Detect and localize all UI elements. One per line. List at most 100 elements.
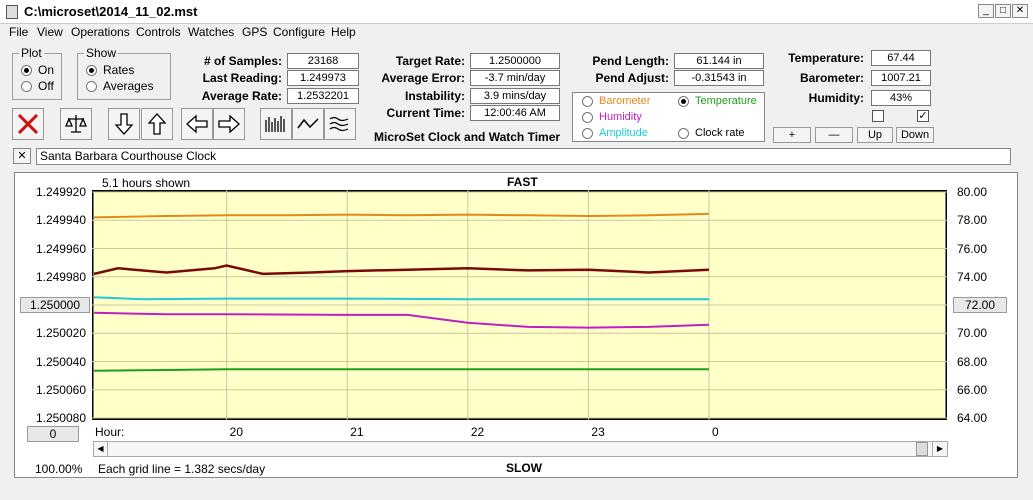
minimize-icon[interactable]: _ — [978, 4, 994, 18]
right-center-button[interactable]: 72.00 — [953, 297, 1007, 313]
line-graph-icon — [297, 118, 319, 129]
multi-line-icon — [329, 116, 349, 132]
average-error-value: -3.7 min/day — [470, 70, 560, 86]
plot-off-radio[interactable] — [21, 81, 32, 92]
checkbox-left[interactable] — [872, 110, 884, 122]
pend-length-value: 61.144 in — [674, 53, 764, 69]
multi-line-view-button[interactable] — [324, 108, 356, 140]
maximize-icon[interactable]: □ — [995, 4, 1011, 18]
clock-name-input[interactable]: Santa Barbara Courthouse Clock — [36, 148, 1011, 165]
down-button[interactable]: Down — [896, 127, 934, 143]
plus-button[interactable]: + — [773, 127, 811, 143]
x-tick-label: 23 — [591, 425, 605, 439]
temperature-env-label: Temperature: — [788, 51, 864, 65]
show-averages-label: Averages — [103, 79, 154, 93]
right-tick-label: 68.00 — [957, 354, 988, 369]
bars-view-button[interactable] — [260, 108, 292, 140]
left-tick-label: 1.249960 — [35, 241, 86, 256]
arrow-down-icon — [114, 113, 134, 135]
left-arrow-button[interactable] — [181, 108, 213, 140]
chart-plot — [92, 190, 947, 420]
samples-label: # of Samples: — [203, 54, 282, 68]
grid-note: Each grid line = 1.382 secs/day — [98, 462, 266, 476]
app-icon — [6, 5, 18, 19]
close-icon[interactable]: ✕ — [1012, 4, 1028, 18]
instability-label: Instability: — [404, 89, 465, 103]
hours-shown: 5.1 hours shown — [102, 176, 191, 190]
right-tick-label: 70.00 — [957, 326, 988, 341]
average-rate-label: Average Rate: — [201, 89, 282, 103]
app-name: MicroSet Clock and Watch Timer — [374, 130, 561, 144]
stop-button[interactable] — [12, 108, 44, 140]
right-tick-label: 74.00 — [957, 269, 988, 284]
red-x-icon — [17, 113, 39, 135]
bottom-left-button[interactable]: 0 — [27, 426, 79, 442]
zoom-level: 100.00% — [35, 462, 83, 476]
chart-top-label: FAST — [507, 175, 538, 189]
menu-controls[interactable]: Controls — [136, 25, 181, 39]
right-arrow-button[interactable] — [213, 108, 245, 140]
barometer-label: Barometer — [599, 95, 651, 107]
arrow-up-icon — [147, 113, 167, 135]
menu-help[interactable]: Help — [331, 25, 356, 39]
amplitude-label: Amplitude — [599, 127, 648, 139]
clear-name-button[interactable]: ✕ — [13, 148, 31, 164]
left-tick-label: 1.250060 — [35, 382, 86, 397]
x-axis-label: Hour: — [95, 425, 125, 439]
scroll-left-icon[interactable]: ◀ — [94, 442, 108, 456]
humidity-radio[interactable] — [582, 112, 593, 123]
show-averages-radio[interactable] — [86, 81, 97, 92]
horizontal-scrollbar[interactable]: ◀ ▶ — [93, 441, 948, 457]
menu-gps[interactable]: GPS — [242, 25, 267, 39]
scroll-right-icon[interactable]: ▶ — [932, 442, 947, 456]
current-time-value: 12:00:46 AM — [470, 105, 560, 121]
x-tick-label: 0 — [712, 425, 719, 439]
current-time-label: Current Time: — [386, 106, 465, 120]
down-arrow-button[interactable] — [108, 108, 140, 140]
bar-graph-icon — [265, 116, 285, 132]
barometer-radio[interactable] — [582, 96, 593, 107]
balance-scale-icon — [65, 115, 87, 133]
target-rate-value: 1.2500000 — [470, 53, 560, 69]
target-rate-label: Target Rate: — [395, 54, 465, 68]
show-rates-radio[interactable] — [86, 65, 97, 76]
left-tick-label: 1.249980 — [35, 269, 86, 284]
instability-value: 3.9 mins/day — [470, 88, 560, 104]
pend-adjust-label: Pend Adjust: — [595, 71, 669, 85]
menu-file[interactable]: File — [9, 25, 28, 39]
checkbox-right[interactable]: ✓ — [917, 110, 929, 122]
scroll-thumb[interactable] — [916, 442, 928, 456]
amplitude-radio[interactable] — [582, 128, 593, 139]
barometer-env-value: 1007.21 — [871, 70, 931, 86]
clock-rate-radio[interactable] — [678, 128, 689, 139]
minus-button[interactable]: — — [815, 127, 853, 143]
x-tick-label: 22 — [470, 425, 485, 439]
clock-rate-label: Clock rate — [695, 127, 745, 139]
x-tick-label: 20 — [229, 425, 243, 439]
plot-on-label: On — [38, 63, 55, 77]
menu-operations[interactable]: Operations — [71, 25, 130, 39]
right-tick-label: 80.00 — [957, 185, 988, 199]
menu-view[interactable]: View — [37, 25, 63, 39]
samples-value: 23168 — [287, 53, 359, 69]
temperature-radio[interactable] — [678, 96, 689, 107]
humidity-env-label: Humidity: — [808, 91, 864, 105]
balance-button[interactable] — [60, 108, 92, 140]
left-tick-label: 1.249940 — [35, 213, 86, 228]
left-tick-label: 1.249920 — [35, 185, 86, 199]
plot-on-radio[interactable] — [21, 65, 32, 76]
up-button[interactable]: Up — [857, 127, 893, 143]
menu-watches[interactable]: Watches — [188, 25, 234, 39]
average-error-label: Average Error: — [381, 71, 465, 85]
up-arrow-button[interactable] — [141, 108, 173, 140]
right-tick-label: 66.00 — [957, 382, 988, 397]
show-legend: Show — [86, 46, 117, 60]
arrow-right-icon — [218, 114, 240, 134]
last-reading-value: 1.249973 — [287, 70, 359, 86]
right-tick-label: 76.00 — [957, 241, 988, 256]
left-center-button[interactable]: 1.250000 — [20, 297, 90, 313]
humidity-env-value: 43% — [871, 90, 931, 106]
line-view-button[interactable] — [292, 108, 324, 140]
menu-configure[interactable]: Configure — [273, 25, 325, 39]
right-tick-label: 78.00 — [957, 213, 988, 228]
